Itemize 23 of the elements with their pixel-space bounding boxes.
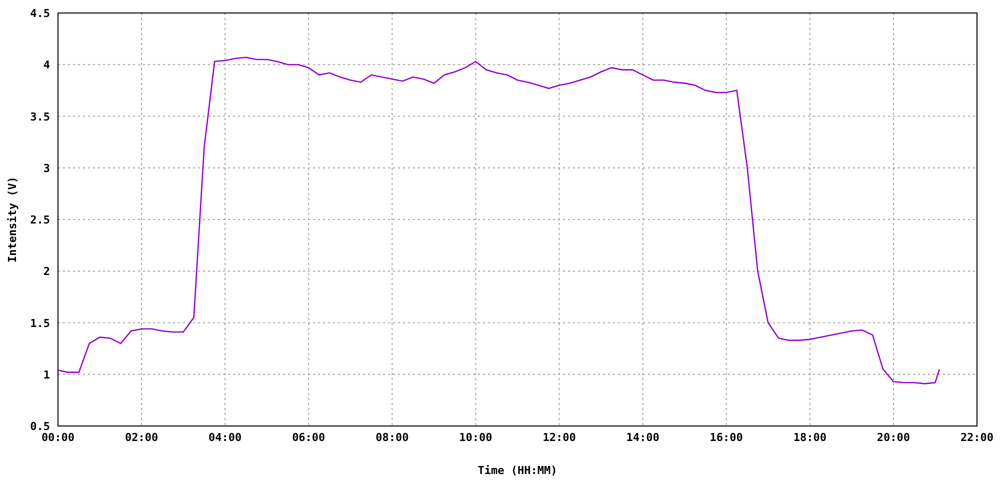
x-tick-label: 10:00: [459, 431, 492, 444]
y-tick-label: 1: [43, 368, 50, 382]
x-axis-title: Time (HH:MM): [478, 464, 558, 477]
x-tick-label: 08:00: [376, 431, 409, 444]
x-tick-label: 20:00: [876, 431, 910, 444]
y-tick-label: 1.5: [30, 316, 50, 330]
x-tick-label: 06:00: [292, 431, 326, 444]
x-tick-label: 02:00: [124, 431, 158, 444]
x-tick-label: 22:00: [960, 431, 994, 444]
y-tick-label: 4.5: [30, 7, 50, 20]
y-tick-label: 3: [43, 162, 50, 175]
y-tick-label: 3.5: [30, 110, 50, 124]
x-tick-label: 04:00: [208, 431, 242, 444]
y-tick-label: 2.5: [30, 214, 50, 226]
x-tick-label: 16:00: [710, 431, 743, 444]
x-tick-label: 18:00: [793, 431, 826, 444]
y-tick-label: 0.5: [30, 420, 50, 433]
x-tick-label: 14:00: [626, 431, 660, 444]
x-tick-label: 00:00: [41, 431, 75, 444]
y-tick-label: 2: [43, 265, 50, 278]
y-axis-title: Intensity (V): [6, 176, 19, 263]
y-tick-label: 4: [43, 58, 50, 72]
x-tick-label: 12:00: [542, 431, 576, 444]
